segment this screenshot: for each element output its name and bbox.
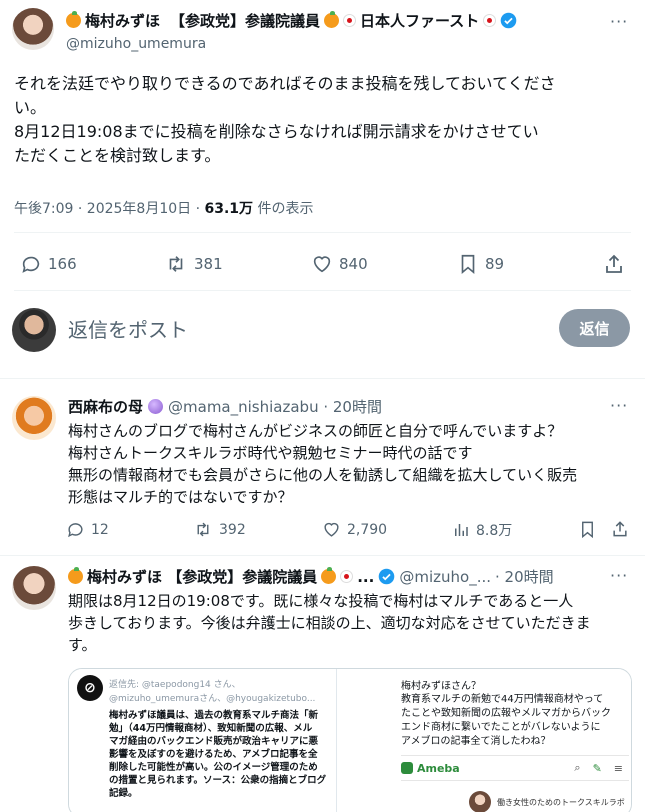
repost-action[interactable]: 381 (164, 253, 223, 275)
more-options-icon[interactable]: ··· (610, 12, 628, 31)
author-handle[interactable]: @mizuho_umemura (66, 36, 206, 52)
reply-author-name[interactable]: 梅村みずほ 【参政党】参議院議員 (87, 566, 317, 587)
reply-header: 梅村みずほ 【参政党】参議院議員 ... @mizuho_... · 20時間 (68, 566, 554, 587)
repost-icon (169, 256, 183, 272)
reply-text: 梅村さんのブログで梅村さんがビジネスの師匠と自分で呼んでいますよ？ 梅村さんトー… (68, 422, 578, 506)
repost-action[interactable]: 392 (193, 520, 246, 539)
share-icon[interactable] (602, 252, 626, 280)
heart-icon (313, 256, 331, 273)
reply-header: 西麻布の母 @mama_nishiazabu · 20時間 (68, 396, 382, 417)
views-count: 63.1万 (204, 201, 254, 217)
reply-icon (68, 523, 83, 538)
post-text: それを法廷でやり取りできるのであればそのまま投稿を残しておいてくださ い。 8月… (14, 74, 556, 165)
ameba-bar: Ameba ⌕ ✎ ≡ (401, 755, 629, 781)
orange-emoji-icon (324, 11, 340, 28)
share-icon[interactable] (610, 519, 630, 543)
reply-composer-input[interactable]: 返信をポスト (68, 314, 538, 344)
pencil-icon: ✎ (592, 761, 602, 775)
reply-author-handle[interactable]: @mama_nishiazabu · 20時間 (168, 396, 382, 417)
divider (0, 378, 645, 379)
crystal-ball-icon (148, 399, 164, 414)
reply-action[interactable]: 12 (66, 520, 109, 539)
post-timestamp: 午後7:09 · 2025年8月10日 · 63.1万 件の表示 (14, 201, 314, 217)
heart-icon (324, 522, 339, 537)
orange-emoji-icon (321, 567, 337, 584)
reply-author-avatar[interactable] (12, 566, 56, 610)
attached-image[interactable]: ⊘ 返信先: @taepodong14 さん、 @mizuho_umemuraさ… (68, 668, 632, 812)
reply-author-name[interactable]: 西麻布の母 (68, 396, 143, 417)
menu-icon: ≡ (613, 761, 623, 775)
orange-emoji-icon (66, 11, 81, 28)
analytics-icon (455, 524, 468, 536)
more-options-icon[interactable]: ··· (610, 566, 628, 585)
reply-action[interactable]: 166 (20, 253, 77, 275)
embedded-right-text: 教育系マルチの新勉で44万円情報商材やって たことや致知新聞の広報やメルマガから… (401, 694, 611, 747)
x-logo-icon: ⊘ (77, 675, 103, 701)
search-icon: ⌕ (574, 761, 581, 774)
like-action[interactable]: 2,790 (322, 520, 387, 539)
reply-time[interactable]: · 20時間 (495, 566, 554, 587)
divider (0, 555, 645, 556)
orange-emoji-icon (68, 567, 83, 584)
bookmark-icon (461, 254, 475, 275)
author-avatar[interactable] (12, 8, 54, 50)
name-ellipsis: ... (357, 567, 375, 586)
current-user-avatar[interactable] (12, 308, 56, 352)
bookmark-action[interactable]: 89 (457, 253, 504, 275)
views-label: 件の表示 (257, 201, 314, 217)
verified-badge-icon (501, 12, 517, 29)
verified-badge-icon (379, 568, 395, 585)
more-options-icon[interactable]: ··· (610, 396, 628, 415)
reply-icon (22, 256, 40, 273)
blog-avatar (469, 791, 491, 812)
views-action[interactable]: 8.8万 (452, 520, 512, 540)
divider (14, 290, 631, 291)
japan-flag-icon (340, 570, 354, 583)
reply-author-avatar[interactable] (12, 396, 56, 440)
embedded-left-panel: ⊘ 返信先: @taepodong14 さん、 @mizuho_umemuraさ… (69, 669, 337, 812)
divider (14, 232, 631, 233)
reply-text: 期限は8月12日の19:08です。既に様々な投稿で梅村はマルチであると一人 歩き… (68, 592, 591, 654)
like-action[interactable]: 840 (311, 253, 368, 275)
embedded-right-panel: 梅村みずほさん？ 教育系マルチの新勉で44万円情報商材やって たことや致知新聞の… (337, 669, 631, 812)
bookmark-icon[interactable] (578, 520, 597, 543)
japan-flag-icon (483, 14, 497, 27)
author-display-name[interactable]: 梅村みずほ 【参政党】参議院議員 日本人ファースト (66, 10, 517, 31)
embedded-left-text: 梅村みずほ議員は、過去の教育系マルチ商法「新 勉」（44万円情報商材）、致知新聞… (109, 710, 327, 799)
ameba-logo-icon (401, 762, 413, 774)
repost-icon (197, 522, 209, 537)
japan-flag-icon (343, 14, 357, 27)
reply-author-handle[interactable]: @mizuho_... (399, 568, 491, 586)
reply-button[interactable]: 返信 (559, 309, 630, 347)
